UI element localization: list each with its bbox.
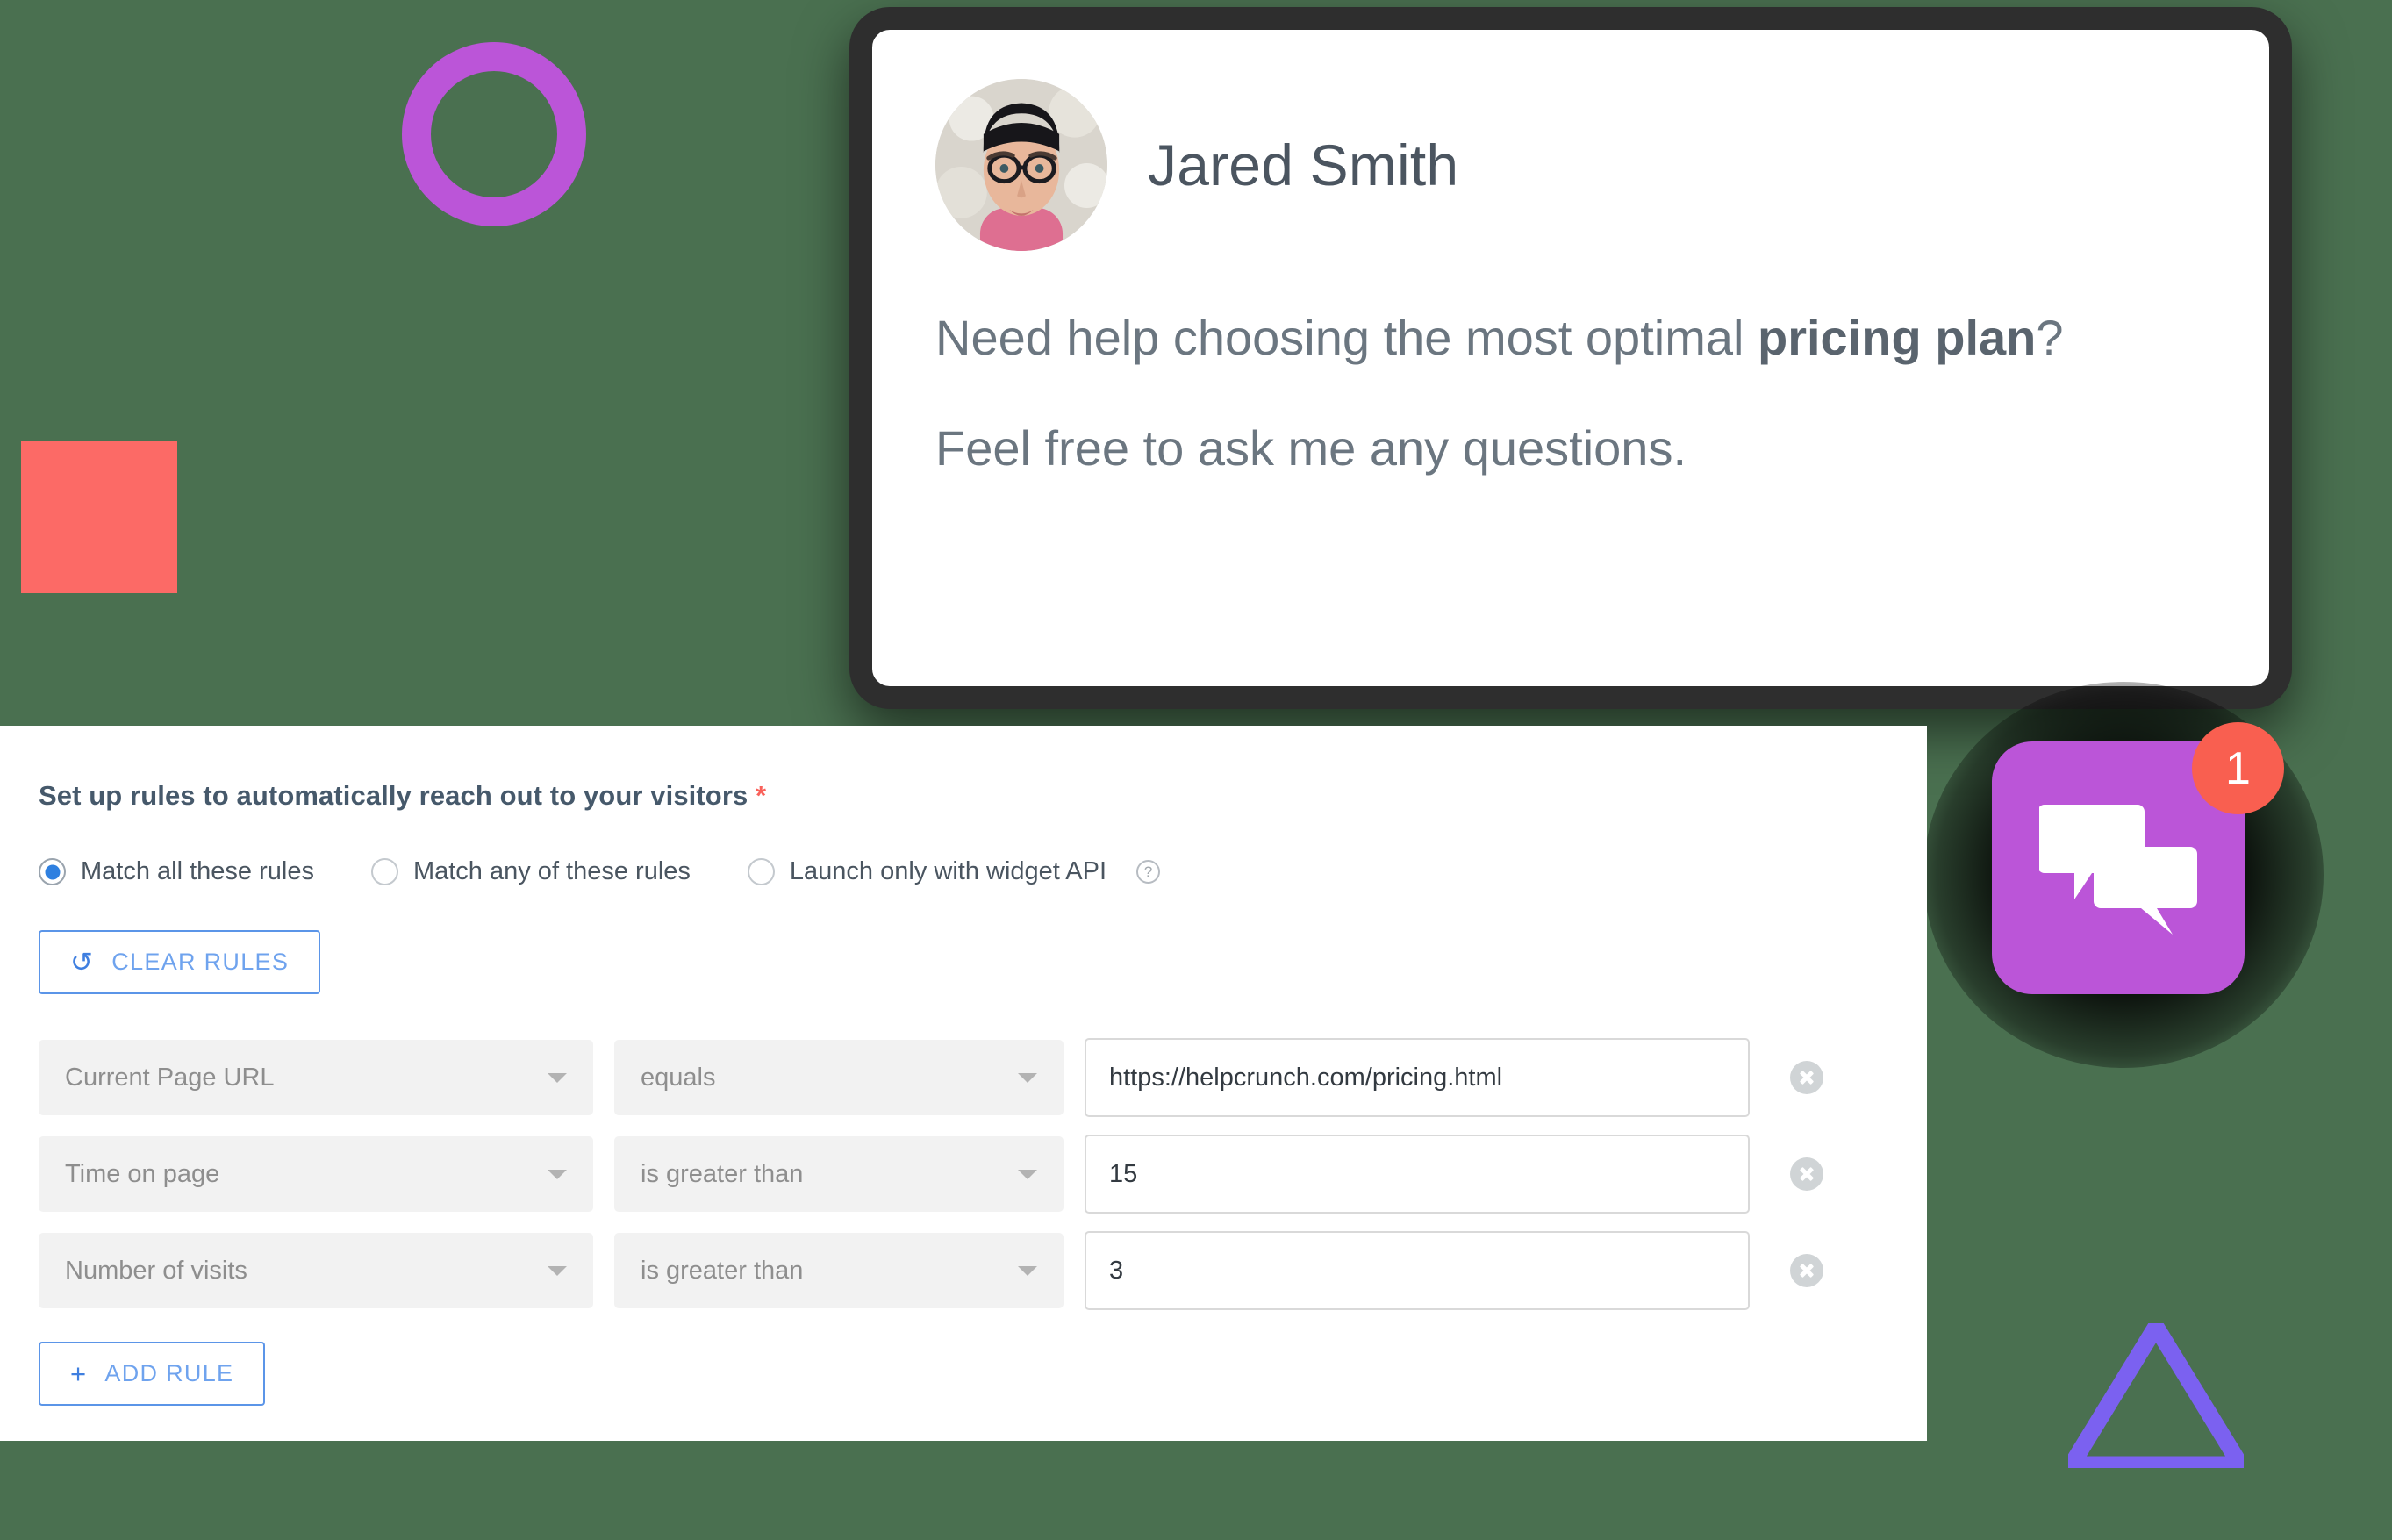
chevron-down-icon [1018,1169,1037,1179]
radio-mark-icon[interactable] [39,858,66,885]
radio-match-all[interactable]: Match all these rules [39,857,314,886]
rule-row: Number of visits is greater than [39,1231,1927,1310]
remove-rule-button[interactable] [1790,1157,1823,1191]
clear-rules-button[interactable]: ↺ CLEAR RULES [39,930,321,994]
rule-row: Time on page is greater than [39,1135,1927,1214]
add-rule-button[interactable]: + ADD RULE [39,1342,266,1406]
undo-icon: ↺ [70,947,95,978]
rule-operator-value: equals [641,1063,716,1092]
message-line-2: Feel free to ask me any questions. [935,419,1687,476]
launcher-unread-badge: 1 [2192,722,2284,814]
rule-operator-select[interactable]: is greater than [614,1233,1064,1308]
chat-preview-card: Jared Smith Need help choosing the most … [849,7,2292,709]
radio-mark-icon[interactable] [370,858,398,885]
clear-rules-label: CLEAR RULES [111,949,290,975]
panel-title-text: Set up rules to automatically reach out … [39,780,748,811]
chat-preview-header: Jared Smith [935,79,2206,251]
chat-bubbles-icon [2039,805,2197,935]
avatar [935,79,1107,251]
plus-icon: + [70,1358,88,1389]
rule-field-value: Current Page URL [65,1063,275,1092]
rule-value-input[interactable] [1085,1038,1750,1117]
remove-rule-button[interactable] [1790,1061,1823,1094]
rule-operator-value: is greater than [641,1256,804,1285]
message-suffix: ? [2036,310,2064,365]
radio-match-all-label: Match all these rules [81,857,314,885]
purple-ring-icon [402,42,586,226]
help-icon[interactable]: ? [1136,860,1161,884]
radio-mark-icon[interactable] [747,858,775,885]
radio-match-any[interactable]: Match any of these rules [370,857,691,886]
required-marker: * [756,780,767,811]
chat-preview-message: Need help choosing the most optimal pric… [935,305,2094,481]
page-stage: Jared Smith Need help choosing the most … [0,0,2392,1540]
radio-match-any-label: Match any of these rules [412,857,691,885]
agent-name: Jared Smith [1148,133,1459,197]
message-strong: pricing plan [1758,310,2037,365]
rule-field-select[interactable]: Current Page URL [39,1040,593,1115]
chevron-down-icon [1018,1072,1037,1083]
red-square-icon [21,441,177,593]
rules-panel: Set up rules to automatically reach out … [0,726,1927,1441]
chevron-down-icon [548,1072,567,1083]
panel-title: Set up rules to automatically reach out … [39,780,1927,812]
rule-field-value: Time on page [65,1159,220,1188]
rule-field-select[interactable]: Number of visits [39,1233,593,1308]
chevron-down-icon [1018,1265,1037,1276]
chat-launcher[interactable]: 1 [1923,682,2324,1068]
match-mode-radio-group: Match all these rules Match any of these… [39,857,1927,886]
indigo-triangle-icon [2057,1310,2255,1473]
chevron-down-icon [548,1169,567,1179]
add-rule-label: ADD RULE [104,1360,234,1386]
radio-widget-api-label: Launch only with widget API [789,857,1107,885]
message-line-1: Need help choosing the most optimal pric… [935,305,2094,370]
rule-operator-value: is greater than [641,1159,804,1188]
rule-field-select[interactable]: Time on page [39,1136,593,1212]
radio-widget-api[interactable]: Launch only with widget API ? [747,857,1161,886]
rule-operator-select[interactable]: equals [614,1040,1064,1115]
rule-field-value: Number of visits [65,1256,247,1285]
rule-operator-select[interactable]: is greater than [614,1136,1064,1212]
rule-row: Current Page URL equals [39,1038,1927,1117]
chevron-down-icon [548,1265,567,1276]
rule-value-input[interactable] [1085,1135,1750,1214]
message-prefix: Need help choosing the most optimal [935,310,1758,365]
remove-rule-button[interactable] [1790,1254,1823,1287]
rules-list: Current Page URL equals Time on page is … [39,1038,1927,1310]
rule-value-input[interactable] [1085,1231,1750,1310]
